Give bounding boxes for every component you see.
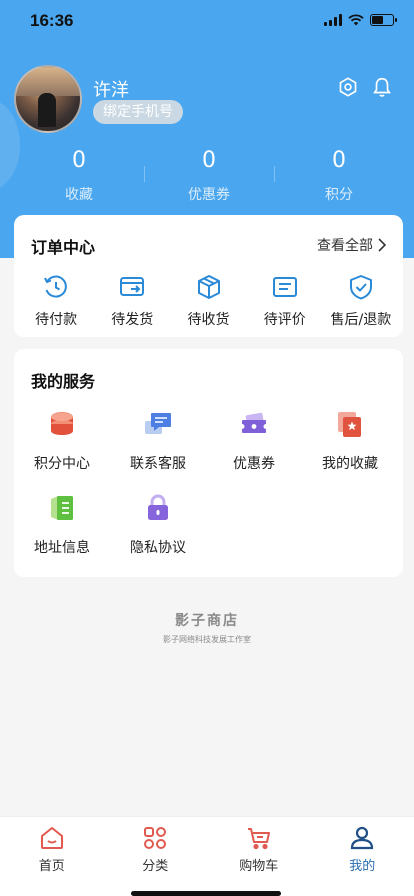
- home-indicator: [131, 891, 281, 896]
- service-label: 优惠券: [233, 456, 275, 472]
- order-pending-receipt[interactable]: 待收货: [170, 273, 246, 329]
- tab-label: 首页: [38, 859, 65, 874]
- service-privacy-policy[interactable]: 隐私协议: [110, 493, 206, 577]
- address-book-icon: [51, 496, 73, 520]
- brand-subtitle: 影子网络科技发展工作室: [163, 635, 251, 644]
- order-item-label: 待发货: [111, 312, 154, 328]
- category-icon: [144, 827, 167, 849]
- bottom-tab-bar: 首页 分类 购物车 我的: [0, 816, 414, 896]
- order-center-title: 订单中心: [31, 238, 96, 257]
- stat-favorites[interactable]: 0 收藏: [14, 148, 144, 204]
- stat-label: 优惠券: [188, 187, 230, 203]
- status-icons: [324, 14, 397, 26]
- service-my-favorites[interactable]: 我的收藏: [302, 409, 398, 493]
- service-address-info[interactable]: 地址信息: [14, 493, 110, 577]
- my-services-title: 我的服务: [31, 372, 96, 391]
- order-item-label: 待收货: [187, 312, 230, 328]
- package-box-icon: [197, 275, 220, 299]
- order-pending-review[interactable]: 待评价: [247, 273, 323, 329]
- clock-history-icon: [44, 275, 67, 298]
- service-label: 联系客服: [130, 456, 186, 472]
- service-label: 我的收藏: [322, 456, 378, 472]
- signal-icon: [324, 14, 342, 26]
- tab-category[interactable]: 分类: [104, 817, 208, 896]
- order-center-card: 订单中心 查看全部 待付款 待发货 待收货 待评价 售后/退款: [14, 215, 403, 337]
- tab-label: 购物车: [239, 859, 279, 874]
- service-points-center[interactable]: 积分中心: [14, 409, 110, 493]
- stats-row: 0 收藏 0 优惠券 0 积分: [14, 148, 404, 204]
- username: 许洋: [93, 80, 129, 101]
- stat-label: 收藏: [65, 187, 93, 203]
- home-icon: [40, 827, 63, 849]
- tab-profile[interactable]: 我的: [311, 817, 414, 896]
- tab-cart[interactable]: 购物车: [207, 817, 311, 896]
- stat-value: 0: [332, 148, 346, 173]
- tab-home[interactable]: 首页: [0, 817, 104, 896]
- status-time: 16:36: [30, 11, 74, 30]
- brand-name: 影子商店: [175, 613, 239, 629]
- order-item-label: 售后/退款: [330, 312, 392, 328]
- service-coupons[interactable]: 优惠券: [206, 409, 302, 493]
- card-transfer-icon: [120, 277, 145, 296]
- cart-icon: [247, 828, 270, 850]
- shield-check-icon: [349, 275, 372, 300]
- brand-footer: 影子商店 影子网络科技发展工作室: [0, 610, 414, 645]
- stat-value: 0: [202, 148, 216, 173]
- stat-label: 积分: [325, 187, 353, 203]
- favorites-star-icon: [338, 412, 361, 437]
- view-all-orders-link[interactable]: 查看全部: [317, 235, 387, 255]
- lock-icon: [148, 494, 168, 520]
- order-item-label: 待评价: [263, 312, 306, 328]
- coins-stack-icon: [51, 412, 73, 435]
- battery-icon: [370, 14, 397, 26]
- chevron-right-icon: [378, 238, 387, 252]
- tab-label: 我的: [349, 859, 376, 874]
- bind-phone-button[interactable]: 绑定手机号: [93, 100, 183, 124]
- order-after-sales[interactable]: 售后/退款: [323, 273, 399, 329]
- ticket-icon: [242, 412, 266, 433]
- service-label: 地址信息: [34, 540, 90, 556]
- status-bar: 16:36: [0, 0, 414, 44]
- order-pending-shipment[interactable]: 待发货: [94, 273, 170, 329]
- service-label: 积分中心: [34, 456, 90, 472]
- profile-icon: [351, 826, 374, 850]
- tab-label: 分类: [142, 859, 169, 874]
- wifi-icon: [348, 14, 364, 26]
- service-label: 隐私协议: [130, 540, 186, 556]
- bell-icon[interactable]: [371, 76, 393, 98]
- chat-bubbles-icon: [145, 413, 171, 434]
- my-services-card: 我的服务 积分中心 联系客服 优惠券 我的收藏 地址信息 隐私协议: [14, 349, 403, 577]
- stat-points[interactable]: 0 积分: [274, 148, 404, 204]
- stat-coupons[interactable]: 0 优惠券: [144, 148, 274, 204]
- stat-value: 0: [72, 148, 86, 173]
- review-list-icon: [272, 277, 297, 297]
- order-item-label: 待付款: [35, 312, 78, 328]
- view-all-label: 查看全部: [317, 238, 373, 254]
- avatar[interactable]: [14, 65, 82, 133]
- gear-icon[interactable]: [337, 76, 359, 98]
- service-customer-support[interactable]: 联系客服: [110, 409, 206, 493]
- order-pending-payment[interactable]: 待付款: [18, 273, 94, 329]
